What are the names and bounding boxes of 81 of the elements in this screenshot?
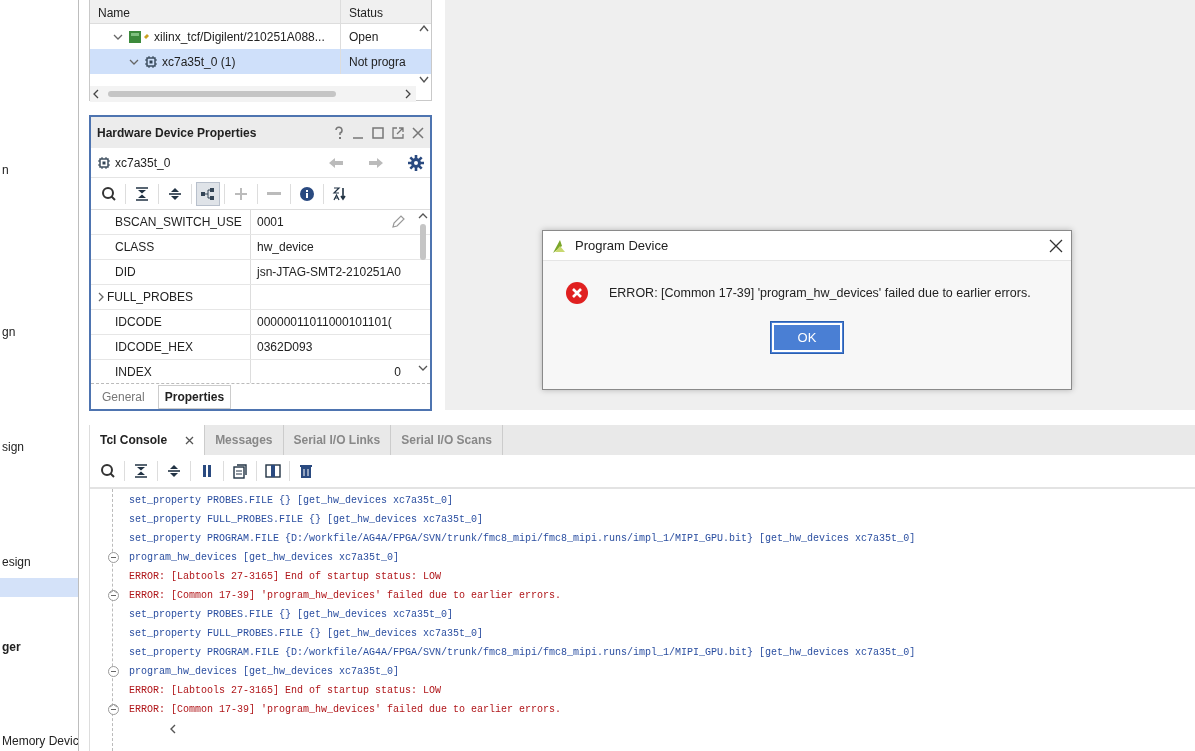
property-value: 00000011011000101101( — [257, 314, 392, 331]
property-name: IDCODE — [115, 314, 162, 331]
property-name: FULL_PROBES — [107, 289, 194, 306]
tree-row[interactable]: xc7a35t_0 (1) Not progra — [90, 49, 431, 74]
property-value: jsn-JTAG-SMT2-210251A0 — [257, 264, 401, 281]
panel-tab[interactable]: General — [95, 384, 152, 409]
error-line: ERROR: [Common 17-39] 'program_hw_devices' failed due to earlier errors. — [129, 700, 1195, 719]
property-value: hw_device — [257, 239, 314, 256]
device-name: xc7a35t_0 (1) — [162, 53, 236, 71]
property-name: CLASS — [115, 239, 155, 256]
navigator-item[interactable]: esign — [0, 552, 78, 573]
property-name: DID — [115, 264, 136, 281]
column-header: Status — [340, 0, 410, 23]
error-line: ERROR: [Labtools 27-3165] End of startup status: LOW — [129, 570, 443, 584]
help-icon[interactable] — [334, 125, 344, 140]
copy-icon — [232, 463, 248, 479]
maximize-icon[interactable] — [372, 126, 384, 139]
expand-all-icon — [167, 185, 183, 202]
console-line: set_property FULL_PROBES.FILE {} [get_hw_devices xc7a35t_0] — [129, 513, 485, 527]
object-name: xc7a35t_0 — [115, 154, 171, 172]
navigator-item[interactable]: sign — [0, 437, 78, 457]
console-line: set_property PROBES.FILE {} [get_hw_devices xc7a35t_0] — [129, 608, 455, 622]
fold-icon[interactable] — [108, 704, 119, 715]
property-value: 0 — [394, 364, 401, 381]
info-icon — [299, 185, 315, 202]
device-status: Open — [349, 28, 379, 46]
scroll-up-icon[interactable] — [419, 24, 429, 32]
fold-icon[interactable] — [108, 666, 119, 677]
chip-icon — [144, 54, 158, 69]
dialog-title: Program Device — [575, 236, 669, 255]
navigator-item[interactable]: n — [0, 160, 78, 180]
expand-all-icon — [166, 463, 182, 479]
console-line: set_property PROGRAM.FILE {D:/workfile/AG4A/FPGA/SVN/trunk/fmc8_mipi/fmc8_mipi.runs/impl_1/MIPI_GPU.bit} [get_hw_devices xc7a35t_0] — [129, 532, 917, 546]
device-name: xilinx_tcf/Digilent/210251A088... — [154, 28, 325, 46]
collapse-all-icon — [133, 463, 149, 479]
search-icon — [100, 463, 116, 479]
console-line: program_hw_devices [get_hw_devices xc7a35t_0] — [129, 662, 1195, 681]
console-line: program_hw_devices [get_hw_devices xc7a35t_0] — [129, 548, 1195, 567]
remove-icon — [267, 192, 281, 195]
navigator-item[interactable]: ger — [0, 637, 78, 657]
column-header: Name — [97, 5, 131, 22]
fold-icon[interactable] — [108, 552, 119, 563]
group-icon — [200, 185, 216, 202]
add-icon — [233, 185, 249, 202]
scroll-down-icon[interactable] — [419, 76, 429, 84]
panel-tab[interactable]: Properties — [157, 384, 232, 409]
sort-icon — [332, 185, 348, 202]
search-icon — [101, 185, 117, 202]
collapse-all-icon — [134, 185, 150, 202]
panel-title: Hardware Device Properties — [97, 124, 257, 142]
property-name: INDEX — [115, 364, 152, 381]
group-button[interactable] — [196, 181, 220, 206]
navigator-item[interactable]: Memory Devic — [0, 731, 78, 751]
close-icon[interactable] — [412, 126, 424, 139]
horizontal-scrollbar[interactable] — [90, 85, 416, 102]
close-icon[interactable] — [185, 435, 195, 445]
error-line: ERROR: [Common 17-39] 'program_hw_devices' failed due to earlier errors. — [129, 586, 1195, 605]
console-line: set_property PROGRAM.FILE {D:/workfile/AG4A/FPGA/SVN/trunk/fmc8_mipi/fmc8_mipi.runs/impl_1/MIPI_GPU.bit} [get_hw_devices xc7a35t_0] — [129, 646, 917, 660]
fold-icon[interactable] — [108, 590, 119, 601]
property-name: IDCODE_HEX — [115, 339, 194, 356]
navigator-item[interactable]: gn — [0, 322, 78, 342]
property-value: 0362D093 — [257, 339, 313, 356]
console-tab[interactable]: Tcl Console — [90, 425, 206, 455]
console-line: set_property FULL_PROBES.FILE {} [get_hw_devices xc7a35t_0] — [129, 627, 485, 641]
property-value: 0001 — [257, 214, 284, 231]
close-button[interactable] — [1049, 238, 1063, 253]
scroll-left-icon[interactable] — [169, 722, 177, 735]
settings-icon[interactable] — [408, 154, 424, 171]
error-message: ERROR: [Common 17-39] 'program_hw_devices' failed due to earlier errors. — [609, 284, 1031, 302]
clear-icon — [298, 463, 314, 479]
property-name: BSCAN_SWITCH_USE — [115, 214, 242, 231]
columns-icon — [265, 463, 281, 479]
chip-icon — [97, 155, 111, 170]
error-icon — [565, 281, 589, 305]
pencil-icon[interactable] — [391, 215, 405, 229]
board-icon — [128, 29, 150, 44]
error-line: ERROR: [Labtools 27-3165] End of startup status: LOW — [129, 684, 443, 698]
ok-button[interactable]: OK — [770, 321, 844, 354]
device-status: Not progra — [349, 53, 406, 71]
float-icon[interactable] — [392, 126, 404, 139]
console-line: set_property PROBES.FILE {} [get_hw_devices xc7a35t_0] — [129, 494, 455, 508]
